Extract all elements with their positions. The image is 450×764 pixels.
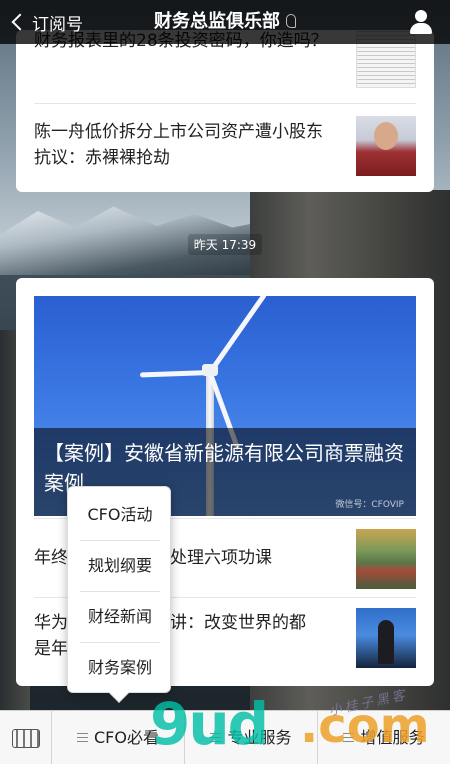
article-title-line2: 是年: [34, 639, 68, 659]
article-title-right: 讲：改变世界的都: [170, 613, 306, 633]
page-title: 财务总监俱乐部: [130, 0, 320, 44]
top-nav-bar: 订阅号 财务总监俱乐部: [0, 0, 450, 44]
user-icon-body: [410, 23, 432, 34]
keyboard-icon: [12, 729, 40, 748]
hero-article[interactable]: 【案例】安徽省新能源有限公司商票融资案例 微信号：CFOVIP: [34, 296, 416, 516]
speaker-thumbnail: [356, 608, 416, 668]
back-label: 订阅号: [32, 14, 83, 35]
menu-lines-icon: [343, 733, 355, 742]
turbine-blade: [139, 370, 211, 378]
person-thumbnail: [356, 116, 416, 176]
turbine-hub: [202, 364, 218, 376]
menu-lines-icon: [210, 733, 222, 742]
bottom-menu-bar: CFO必看 专业服务 增值服务: [0, 710, 450, 764]
article-title-right: 处理六项功课: [170, 548, 272, 568]
town-thumbnail: [356, 529, 416, 589]
menu-tab-cfo[interactable]: CFO必看: [52, 711, 185, 764]
menu-tab-label: 专业服务: [227, 728, 292, 747]
menu-tab-professional[interactable]: 专业服务: [185, 711, 318, 764]
article-card-1: 财务报表里的28条投资密码，你造吗？ 陈一舟低价拆分上市公司资产遭小股东抗议：赤…: [16, 30, 434, 192]
turbine-blade: [207, 296, 268, 374]
ear-icon: [286, 14, 296, 28]
menu-lines-icon: [77, 733, 88, 742]
keyboard-toggle-button[interactable]: [0, 711, 52, 764]
article-title-left: 年终: [34, 548, 68, 568]
list-item[interactable]: 陈一舟低价拆分上市公司资产遭小股东抗议：赤裸裸抢劫: [34, 104, 416, 192]
timestamp-text: 昨天 17:39: [187, 234, 263, 255]
hero-watermark: 微信号：CFOVIP: [335, 500, 404, 510]
user-icon-head: [415, 10, 427, 22]
article-title: 陈一舟低价拆分上市公司资产遭小股东抗议：赤裸裸抢劫: [34, 122, 323, 168]
article-title-left: 华为: [34, 613, 68, 633]
menu-tab-value-added[interactable]: 增值服务: [318, 711, 450, 764]
submenu-popup: CFO活动 规划纲要 财经新闻 财务案例: [67, 486, 171, 703]
menu-tab-label: 增值服务: [360, 728, 425, 747]
message-timestamp: 昨天 17:39: [0, 234, 450, 255]
submenu-item-finance-news[interactable]: 财经新闻: [76, 592, 164, 642]
profile-button[interactable]: [408, 9, 434, 35]
submenu-item-cfo-activity[interactable]: CFO活动: [76, 490, 164, 540]
menu-tab-label: CFO必看: [94, 728, 159, 747]
chevron-left-icon: [11, 13, 29, 31]
submenu-item-planning[interactable]: 规划纲要: [76, 541, 164, 591]
back-button[interactable]: 订阅号: [10, 0, 83, 44]
page-title-text: 财务总监俱乐部: [154, 11, 280, 32]
